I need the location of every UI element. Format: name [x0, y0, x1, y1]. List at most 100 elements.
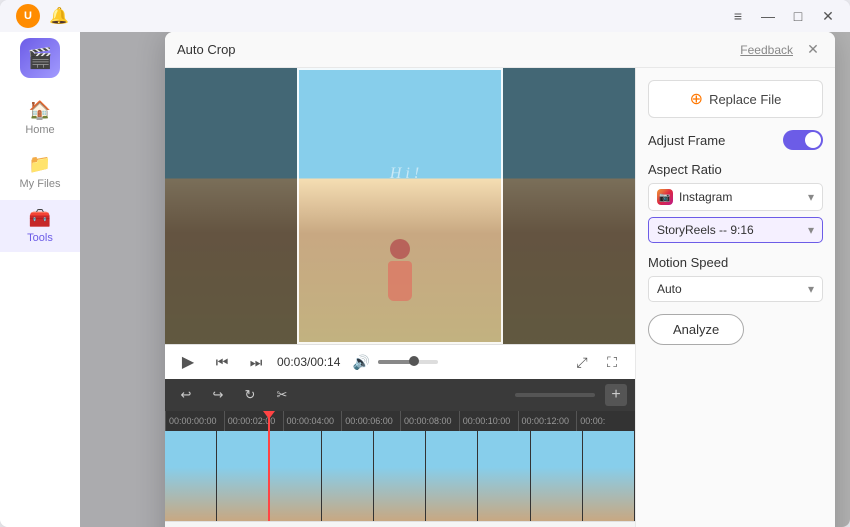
- notifications-icon[interactable]: 🔔: [48, 5, 70, 27]
- motion-speed-section: Motion Speed Auto ▾: [648, 255, 823, 302]
- playhead-ruler: [268, 411, 270, 431]
- motion-speed-arrow: ▾: [808, 282, 814, 296]
- replace-file-button[interactable]: ⊕ Replace File: [648, 80, 823, 118]
- maximize-button[interactable]: □: [784, 6, 812, 26]
- next-frame-button[interactable]: ⏭: [243, 349, 269, 375]
- ruler-mark-7: 00:00:: [576, 411, 635, 431]
- ruler-mark-3: 00:00:06:00: [341, 411, 400, 431]
- main-layout: 🎬 🏠 Home 📁 My Files 🧰 Tools converter ag…: [0, 32, 850, 527]
- crop-center-region: Hi!: [297, 68, 504, 344]
- crop-left-mask: [165, 68, 297, 344]
- adjust-frame-section: Adjust Frame: [648, 130, 823, 150]
- close-button[interactable]: ✕: [814, 6, 842, 26]
- modal-title: Auto Crop: [177, 42, 730, 57]
- track-thumb-6: [426, 431, 478, 521]
- app-sidebar: 🎬 🏠 Home 📁 My Files 🧰 Tools: [0, 32, 80, 527]
- zoom-add-button[interactable]: +: [605, 384, 627, 406]
- user-avatar[interactable]: U: [16, 4, 40, 28]
- play-button[interactable]: ▶: [175, 349, 201, 375]
- ruler-mark-6: 00:00:12:00: [518, 411, 577, 431]
- replace-icon: ⊕: [690, 89, 703, 109]
- track-thumb-1: [165, 431, 217, 521]
- sidebar-item-my-files[interactable]: 📁 My Files: [0, 146, 80, 198]
- adjust-frame-label: Adjust Frame: [648, 133, 725, 148]
- video-container: Hi!: [165, 68, 635, 344]
- volume-icon[interactable]: 🔊: [348, 349, 374, 375]
- adjust-frame-toggle[interactable]: [783, 130, 823, 150]
- files-icon: 📁: [29, 154, 51, 175]
- video-frame: Hi!: [165, 68, 635, 344]
- platform-dropdown[interactable]: 📷 Instagram ▾: [648, 183, 823, 211]
- motion-speed-dropdown[interactable]: Auto ▾: [648, 276, 823, 302]
- zoom-slider[interactable]: [515, 393, 595, 397]
- ruler-mark-5: 00:00:10:00: [459, 411, 518, 431]
- refresh-button[interactable]: ↻: [237, 384, 263, 406]
- ruler-mark-4: 00:00:08:00: [400, 411, 459, 431]
- track-strip: [165, 431, 635, 521]
- timeline-tracks[interactable]: [165, 431, 635, 521]
- ruler-marks: 00:00:00:00 00:00:02:00 00:00:04:00 00:0…: [165, 411, 635, 431]
- video-controls: ▶ ⏮ ⏭ 00:03/00:14 🔊: [165, 344, 635, 379]
- content-area: converter ages to other ur files to mmer…: [80, 32, 850, 527]
- track-thumb-2: [217, 431, 269, 521]
- sidebar-item-home[interactable]: 🏠 Home: [0, 92, 80, 144]
- motion-speed-label: Motion Speed: [648, 255, 823, 270]
- modal-body: Hi!: [165, 68, 835, 527]
- aspect-ratio-section: Aspect Ratio 📷 Instagram ▾ StoryReels --…: [648, 162, 823, 243]
- sidebar-label-files: My Files: [20, 178, 61, 190]
- modal-close-button[interactable]: ✕: [803, 40, 823, 60]
- tools-icon: 🧰: [29, 208, 51, 229]
- title-bar: U 🔔 ≡ — □ ✕: [0, 0, 850, 32]
- time-display: 00:03/00:14: [277, 355, 340, 369]
- sidebar-item-tools[interactable]: 🧰 Tools: [0, 200, 80, 252]
- crop-overlay: Hi!: [165, 68, 635, 344]
- hamburger-button[interactable]: ≡: [724, 6, 752, 26]
- ruler-mark-0: 00:00:00:00: [165, 411, 224, 431]
- toggle-knob: [805, 132, 821, 148]
- fullscreen-controls: ⤢ ⛶: [569, 349, 625, 375]
- timeline-toolbar: ↩ ↪ ↻ ✂ +: [165, 379, 635, 411]
- aspect-ratio-dropdown[interactable]: StoryReels -- 9:16 ▾: [648, 217, 823, 243]
- timeline-ruler: 00:00:00:00 00:00:02:00 00:00:04:00 00:0…: [165, 411, 635, 431]
- auto-crop-modal: Auto Crop Feedback ✕: [165, 32, 835, 527]
- ruler-mark-2: 00:00:04:00: [283, 411, 342, 431]
- aspect-ratio-label: Aspect Ratio: [648, 162, 823, 177]
- track-thumb-5: [374, 431, 426, 521]
- timeline-area: ↩ ↪ ↻ ✂ +: [165, 379, 635, 521]
- dropdown-arrow: ▾: [808, 190, 814, 204]
- title-bar-icons: U 🔔: [16, 4, 70, 28]
- crop-right-mask: [503, 68, 635, 344]
- motion-speed-value: Auto: [657, 282, 682, 296]
- video-text: Hi!: [390, 165, 423, 183]
- instagram-icon: 📷: [657, 189, 673, 205]
- track-thumb-3: [269, 431, 321, 521]
- track-thumb-4: [322, 431, 374, 521]
- title-bar-controls: ≡ — □ ✕: [724, 6, 842, 26]
- redo-button[interactable]: ↪: [205, 384, 231, 406]
- video-area: Hi!: [165, 68, 635, 527]
- modal-footer: File Location: D:\Wondershare UniConvert…: [165, 521, 635, 527]
- prev-frame-button[interactable]: ⏮: [209, 349, 235, 375]
- track-thumb-8: [531, 431, 583, 521]
- track-thumb-9: [583, 431, 635, 521]
- home-icon: 🏠: [29, 100, 51, 121]
- playhead-track: [268, 431, 270, 521]
- dropdown-arrow-2: ▾: [808, 223, 814, 237]
- sidebar-label-tools: Tools: [27, 232, 53, 244]
- modal-overlay: Auto Crop Feedback ✕: [80, 32, 850, 527]
- sidebar-label-home: Home: [25, 124, 54, 136]
- undo-button[interactable]: ↩: [173, 384, 199, 406]
- minimize-button[interactable]: —: [754, 6, 782, 26]
- analyze-button[interactable]: Analyze: [648, 314, 744, 345]
- app-window: U 🔔 ≡ — □ ✕ 🎬 🏠 Home 📁 My Files 🧰: [0, 0, 850, 527]
- modal-header: Auto Crop Feedback ✕: [165, 32, 835, 68]
- right-panel: ⊕ Replace File Adjust Frame: [635, 68, 835, 527]
- volume-area: 🔊: [348, 349, 438, 375]
- fit-screen-button[interactable]: ⤢: [569, 349, 595, 375]
- feedback-link[interactable]: Feedback: [740, 43, 793, 57]
- volume-slider[interactable]: [378, 360, 438, 364]
- platform-value: Instagram: [679, 190, 732, 204]
- fullscreen-button[interactable]: ⛶: [599, 349, 625, 375]
- track-thumb-7: [478, 431, 530, 521]
- cut-button[interactable]: ✂: [269, 384, 295, 406]
